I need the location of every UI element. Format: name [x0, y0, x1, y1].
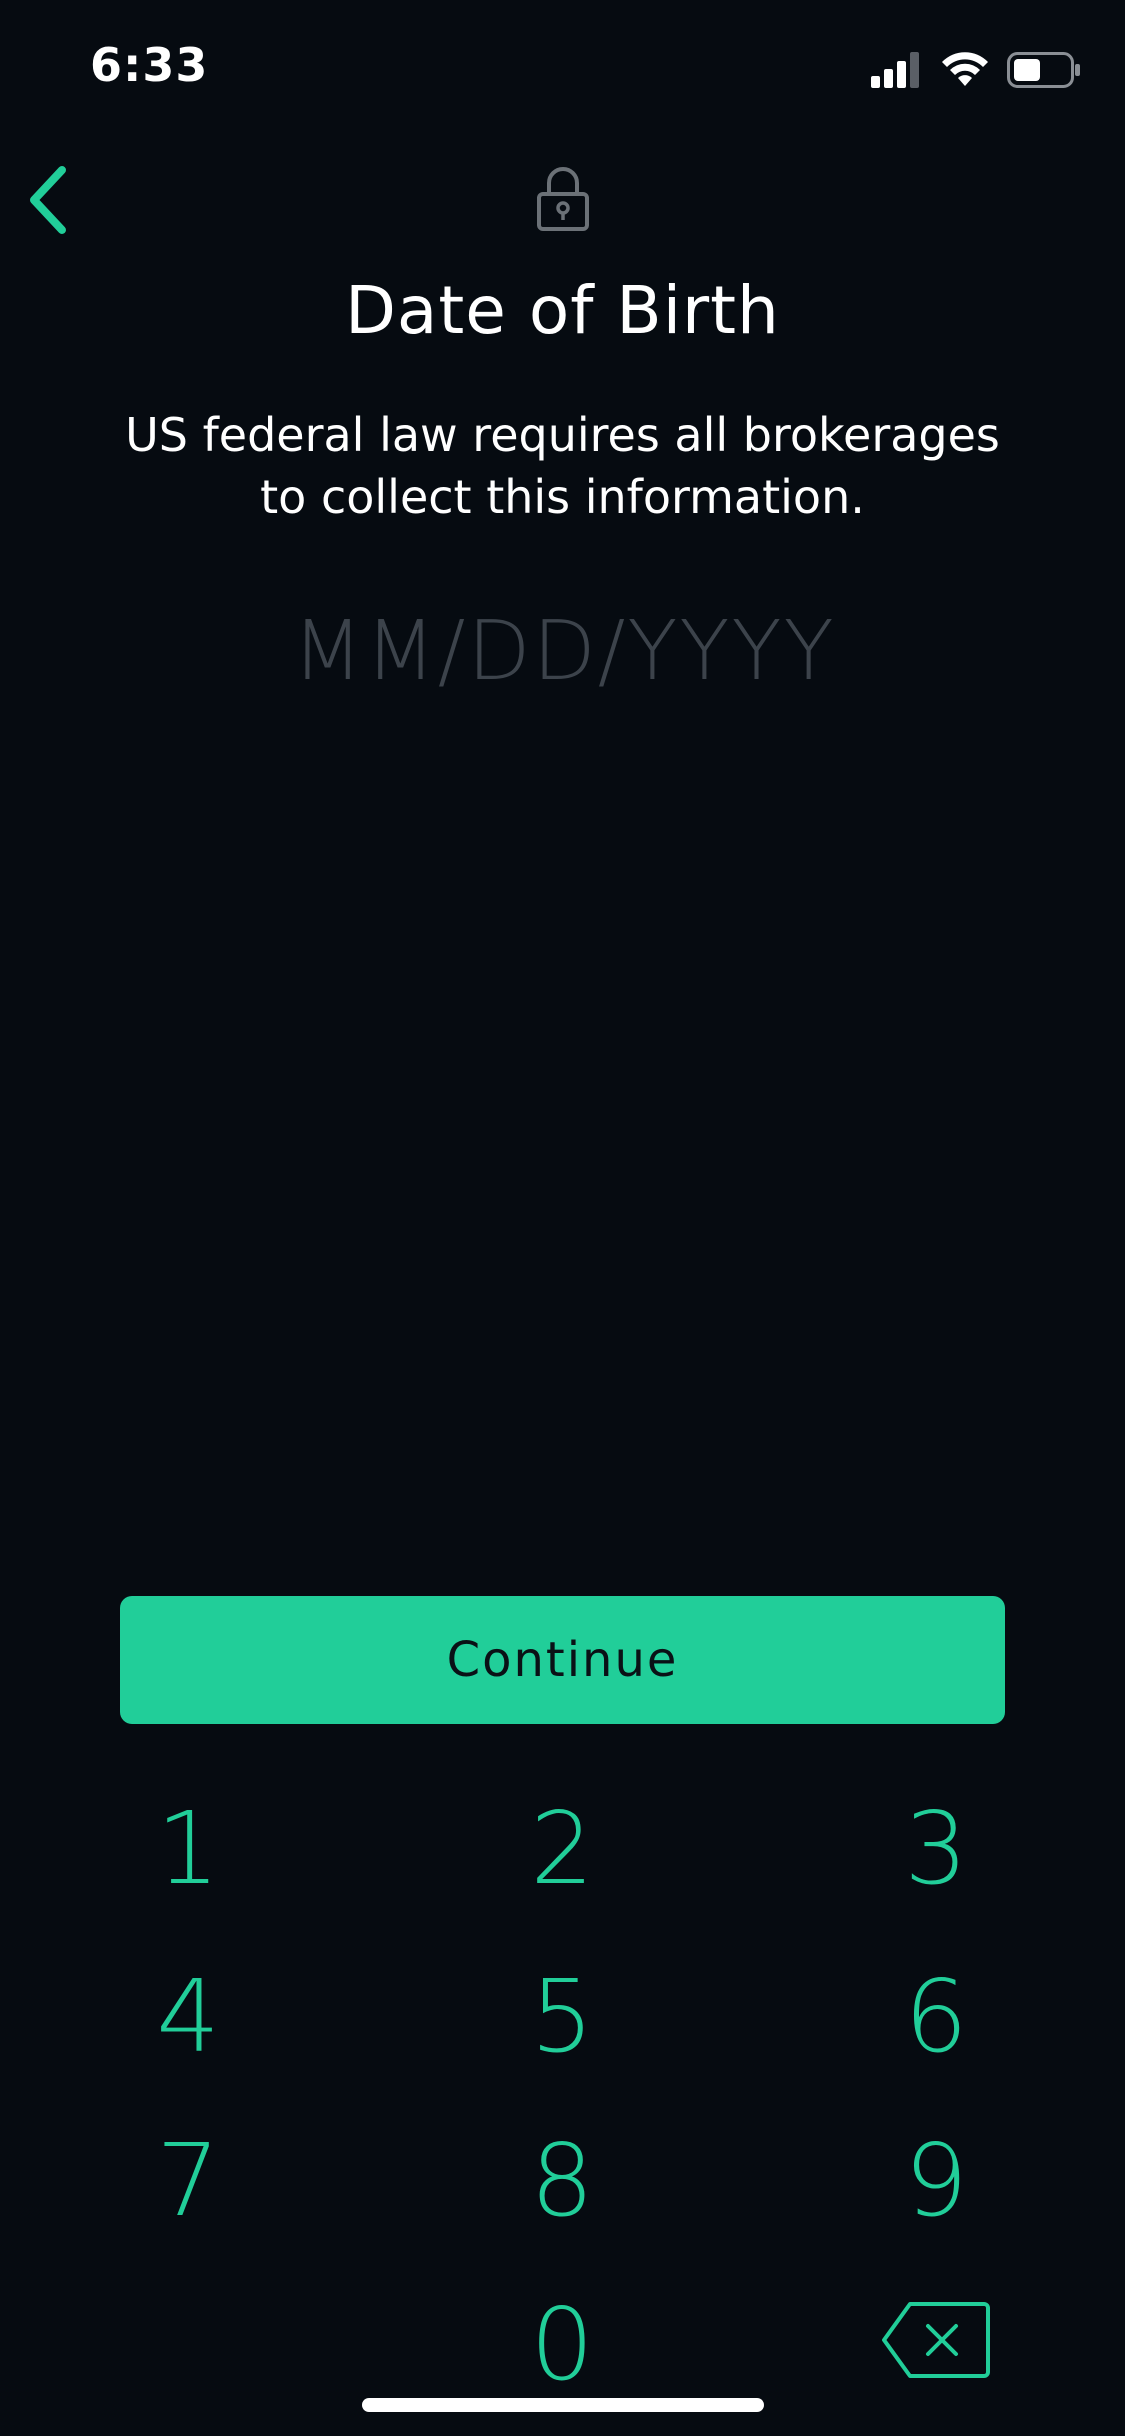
page-subtitle: US federal law requires all brokerages t…	[125, 408, 1000, 524]
home-indicator	[362, 2398, 764, 2412]
date-of-birth-input[interactable]	[212, 600, 916, 702]
back-button[interactable]	[18, 160, 98, 240]
keypad-key-3[interactable]: 3	[786, 1778, 1086, 1918]
lock-icon	[536, 166, 590, 232]
chevron-left-icon	[30, 166, 66, 234]
wifi-icon	[942, 52, 988, 86]
keypad-key-0[interactable]: 0	[412, 2274, 712, 2414]
keypad-key-2[interactable]: 2	[412, 1778, 712, 1918]
backspace-button[interactable]	[880, 2298, 992, 2382]
backspace-icon	[882, 2302, 990, 2378]
status-time: 6:33	[90, 38, 209, 92]
battery-icon	[1007, 52, 1080, 88]
keypad-key-4[interactable]: 4	[38, 1946, 338, 2086]
keypad-key-9[interactable]: 9	[786, 2110, 1086, 2250]
page-title: Date of Birth	[345, 272, 780, 349]
continue-button[interactable]: Continue	[120, 1596, 1005, 1724]
keypad-key-6[interactable]: 6	[786, 1946, 1086, 2086]
keypad-key-8[interactable]: 8	[412, 2110, 712, 2250]
keypad-key-1[interactable]: 1	[38, 1778, 338, 1918]
status-icons	[871, 48, 1081, 92]
keypad-key-5[interactable]: 5	[412, 1946, 712, 2086]
cellular-signal-icon	[871, 52, 919, 88]
keypad-key-7[interactable]: 7	[38, 2110, 338, 2250]
